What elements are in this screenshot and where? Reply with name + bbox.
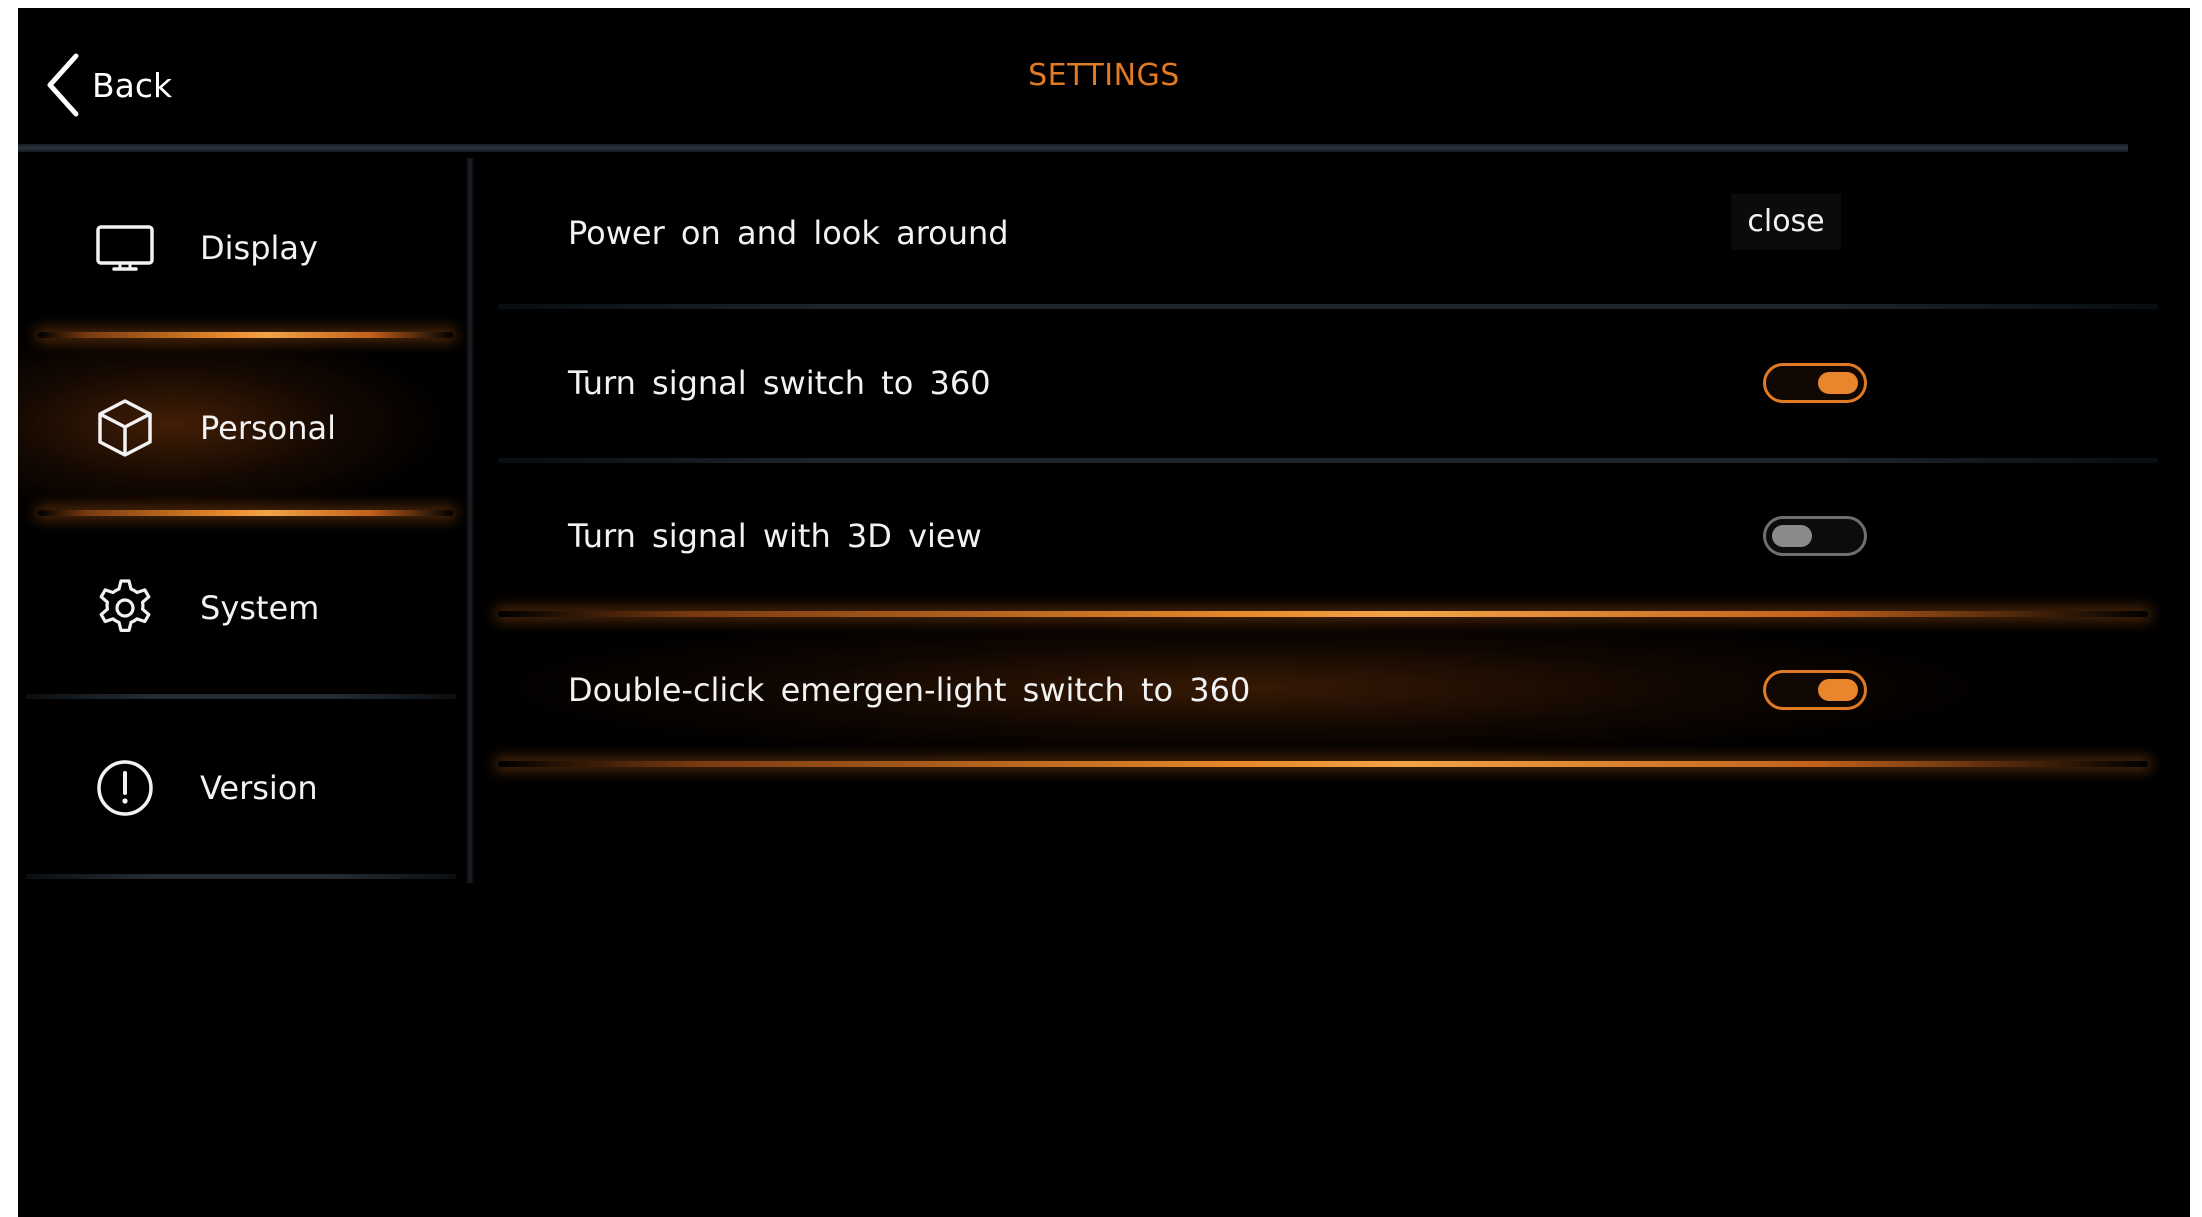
- setting-row-double-click-emergency-light: Double-click emergen-light switch to 360: [488, 615, 2158, 765]
- header-divider: [18, 144, 2128, 152]
- toggle-knob: [1818, 679, 1858, 701]
- setting-label: Power on and look around: [568, 214, 1009, 252]
- sidebar-item-label: Display: [200, 229, 318, 267]
- info-exclamation-icon: [92, 755, 158, 821]
- power-on-value-selector[interactable]: close: [1731, 194, 1841, 250]
- setting-row-turn-signal-360: Turn signal switch to 360: [488, 308, 2158, 458]
- sidebar-item-label: Personal: [200, 409, 337, 447]
- sidebar-item-system[interactable]: System: [18, 518, 463, 698]
- double-click-emergency-light-toggle[interactable]: [1763, 670, 1867, 710]
- sidebar-item-version[interactable]: Version: [18, 698, 463, 878]
- monitor-icon: [92, 215, 158, 281]
- active-glow-bottom: [38, 510, 453, 516]
- setting-row-power-on-look-around: Power on and look around close: [488, 158, 2158, 308]
- sidebar-item-label: System: [200, 589, 320, 627]
- setting-label: Turn signal switch to 360: [568, 364, 991, 402]
- setting-row-turn-signal-3d-view: Turn signal with 3D view: [488, 461, 2158, 611]
- sidebar-item-display[interactable]: Display: [18, 158, 463, 338]
- toggle-knob: [1818, 372, 1858, 394]
- turn-signal-3d-view-toggle[interactable]: [1763, 516, 1867, 556]
- setting-label: Turn signal with 3D view: [568, 517, 982, 555]
- sidebar-divider: [26, 874, 456, 879]
- toggle-knob: [1772, 525, 1812, 547]
- sidebar-edge: [466, 158, 474, 883]
- page-title: SETTINGS: [1028, 58, 1180, 93]
- turn-signal-360-toggle[interactable]: [1763, 363, 1867, 403]
- sidebar-item-personal[interactable]: Personal: [18, 338, 463, 518]
- cube-icon: [92, 395, 158, 461]
- sidebar: Display Personal System Version: [18, 158, 473, 888]
- gear-icon: [92, 575, 158, 641]
- settings-screen: Back SETTINGS Display Personal System Ve…: [18, 8, 2190, 1217]
- sidebar-item-label: Version: [200, 769, 318, 807]
- setting-label: Double-click emergen-light switch to 360: [568, 671, 1251, 709]
- row-active-glow-bottom: [498, 761, 2148, 767]
